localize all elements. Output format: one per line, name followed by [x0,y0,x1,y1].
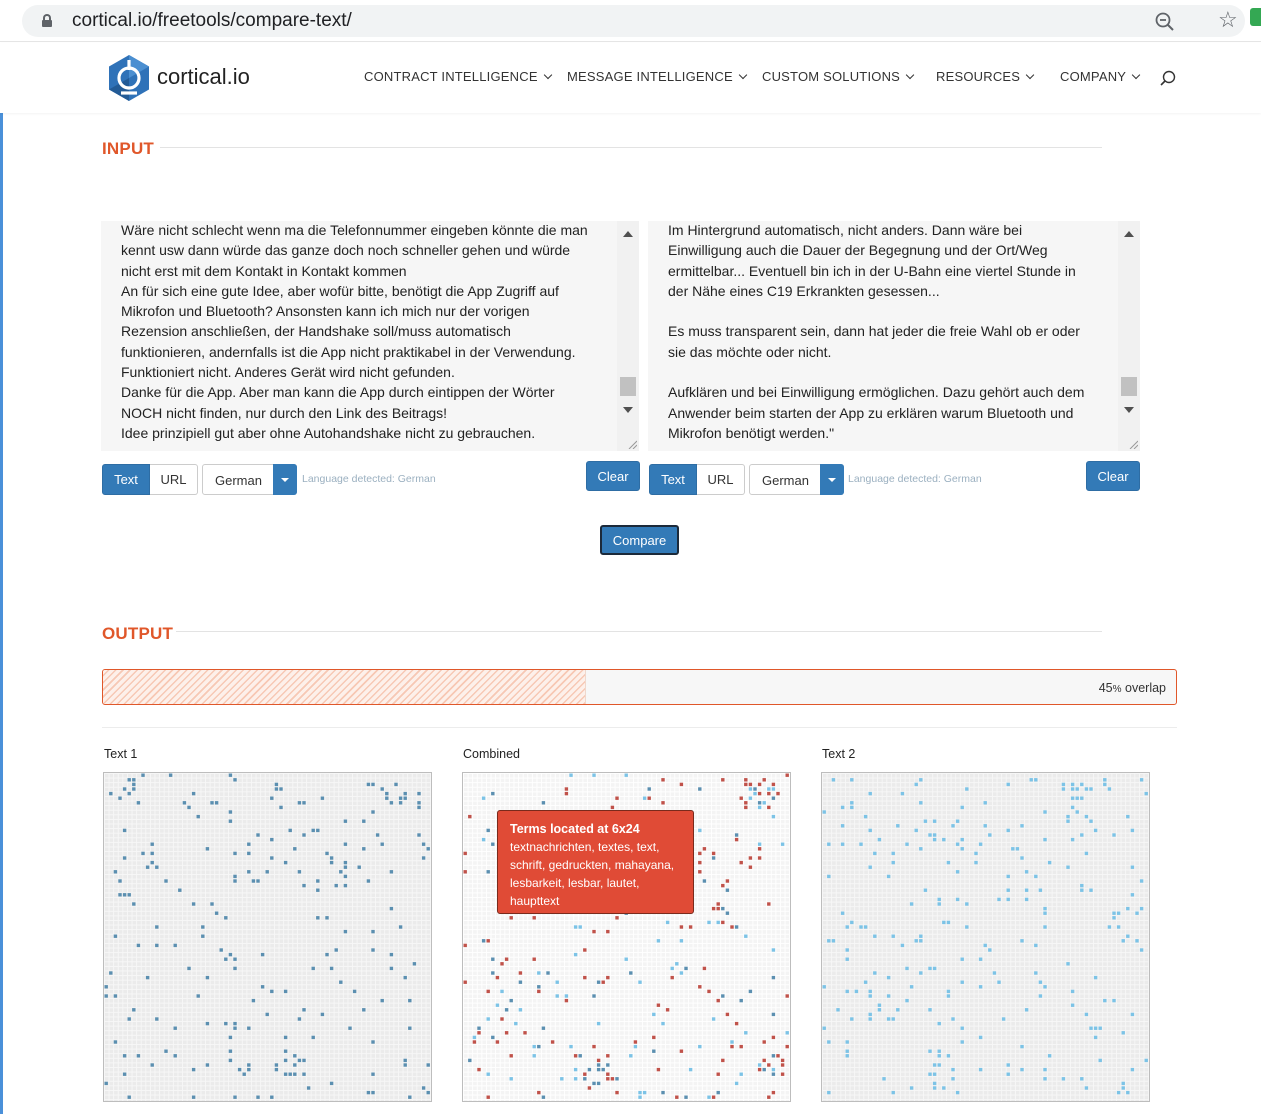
text1-fingerprint-title: Text 1 [104,747,138,761]
text2-language-select[interactable]: German [749,464,844,495]
text1-mode-toggle: Text URL [102,464,198,495]
text2-input[interactable]: Im Hintergrund automatisch, nicht anders… [648,221,1140,451]
extension-icon[interactable] [1250,8,1261,26]
chevron-down-icon [543,70,552,80]
terms-tooltip: Terms located at 6x24 textnachrichten, t… [497,810,694,914]
overlap-bar: 45% overlap [102,669,1177,705]
combined-fingerprint-title: Combined [463,747,520,761]
text1-language-detected: Language detected: German [302,473,436,485]
dropdown-caret-icon[interactable] [273,464,297,495]
text2-language-detected: Language detected: German [848,473,982,485]
text2-fingerprint[interactable] [821,772,1150,1102]
text1-clear-button[interactable]: Clear [586,461,640,491]
scroll-down-icon[interactable] [1124,407,1134,413]
compare-button[interactable]: Compare [600,525,679,555]
text2-language-value: German [762,473,809,488]
text1-language-value: German [215,473,262,488]
scroll-up-icon[interactable] [1124,231,1134,237]
output-heading: OUTPUT [102,624,174,643]
fp3-dots [822,778,1148,1095]
chevron-down-icon [905,70,915,80]
search-icon[interactable] [1160,70,1176,86]
scroll-thumb[interactable] [620,377,636,396]
text2-fingerprint-title: Text 2 [822,747,856,761]
scroll-thumb[interactable] [1121,377,1137,396]
overlap-fill [103,670,586,704]
text1-language-select[interactable]: German [202,464,297,495]
fp1-dots [104,773,430,1099]
url-text[interactable]: cortical.io/freetools/compare-text/ [72,10,352,32]
chevron-down-icon [738,70,748,80]
output-divider [176,631,1102,632]
zoom-icon[interactable] [1154,11,1176,33]
scroll-down-icon[interactable] [623,407,633,413]
input-heading: INPUT [102,139,154,158]
nav-resources[interactable]: RESOURCES [936,69,1035,84]
text2-clear-button[interactable]: Clear [1086,461,1140,491]
cortical-logo-icon [109,55,149,101]
address-bar[interactable]: cortical.io/freetools/compare-text/ ☆ [22,5,1245,37]
window-edge [0,43,3,1114]
tooltip-terms: textnachrichten, textes, text, schrift, … [510,840,675,908]
scroll-up-icon[interactable] [623,231,633,237]
text1-input[interactable]: Wäre nicht schlecht wenn ma die Telefonn… [101,221,639,451]
text1-text-button[interactable]: Text [102,464,150,495]
text2-scrollbar[interactable] [1118,221,1140,451]
tooltip-title: Terms located at 6x24 [510,822,640,836]
browser-toolbar: cortical.io/freetools/compare-text/ ☆ [0,0,1261,42]
input-divider [160,147,1102,148]
text2-text-button[interactable]: Text [649,464,697,495]
logo-text: cortical.io [157,64,250,89]
text1-content[interactable]: Wäre nicht schlecht wenn ma die Telefonn… [121,221,613,443]
text1-scrollbar[interactable] [617,221,639,451]
nav-contract-intelligence[interactable]: CONTRACT INTELLIGENCE [364,69,552,84]
bookmark-star-icon[interactable]: ☆ [1218,7,1238,33]
overlap-label: 45% overlap [1098,681,1166,695]
overlap-divider [102,727,1177,728]
text2-mode-toggle: Text URL [649,464,745,495]
nav-message-intelligence[interactable]: MESSAGE INTELLIGENCE [567,69,748,84]
text1-url-button[interactable]: URL [150,464,198,495]
resize-handle-icon[interactable] [1128,439,1138,449]
resize-handle-icon[interactable] [627,439,637,449]
site-header: cortical.io CONTRACT INTELLIGENCE MESSAG… [0,43,1261,113]
text1-fingerprint[interactable] [103,772,432,1102]
lock-icon [42,14,52,27]
chevron-down-icon [1131,70,1141,80]
nav-company[interactable]: COMPANY [1060,69,1141,84]
logo[interactable]: cortical.io [104,53,274,103]
text2-url-button[interactable]: URL [697,464,745,495]
chevron-down-icon [1025,70,1035,80]
dropdown-caret-icon[interactable] [820,464,844,495]
text2-content[interactable]: Im Hintergrund automatisch, nicht anders… [668,221,1114,443]
nav-custom-solutions[interactable]: CUSTOM SOLUTIONS [762,69,915,84]
